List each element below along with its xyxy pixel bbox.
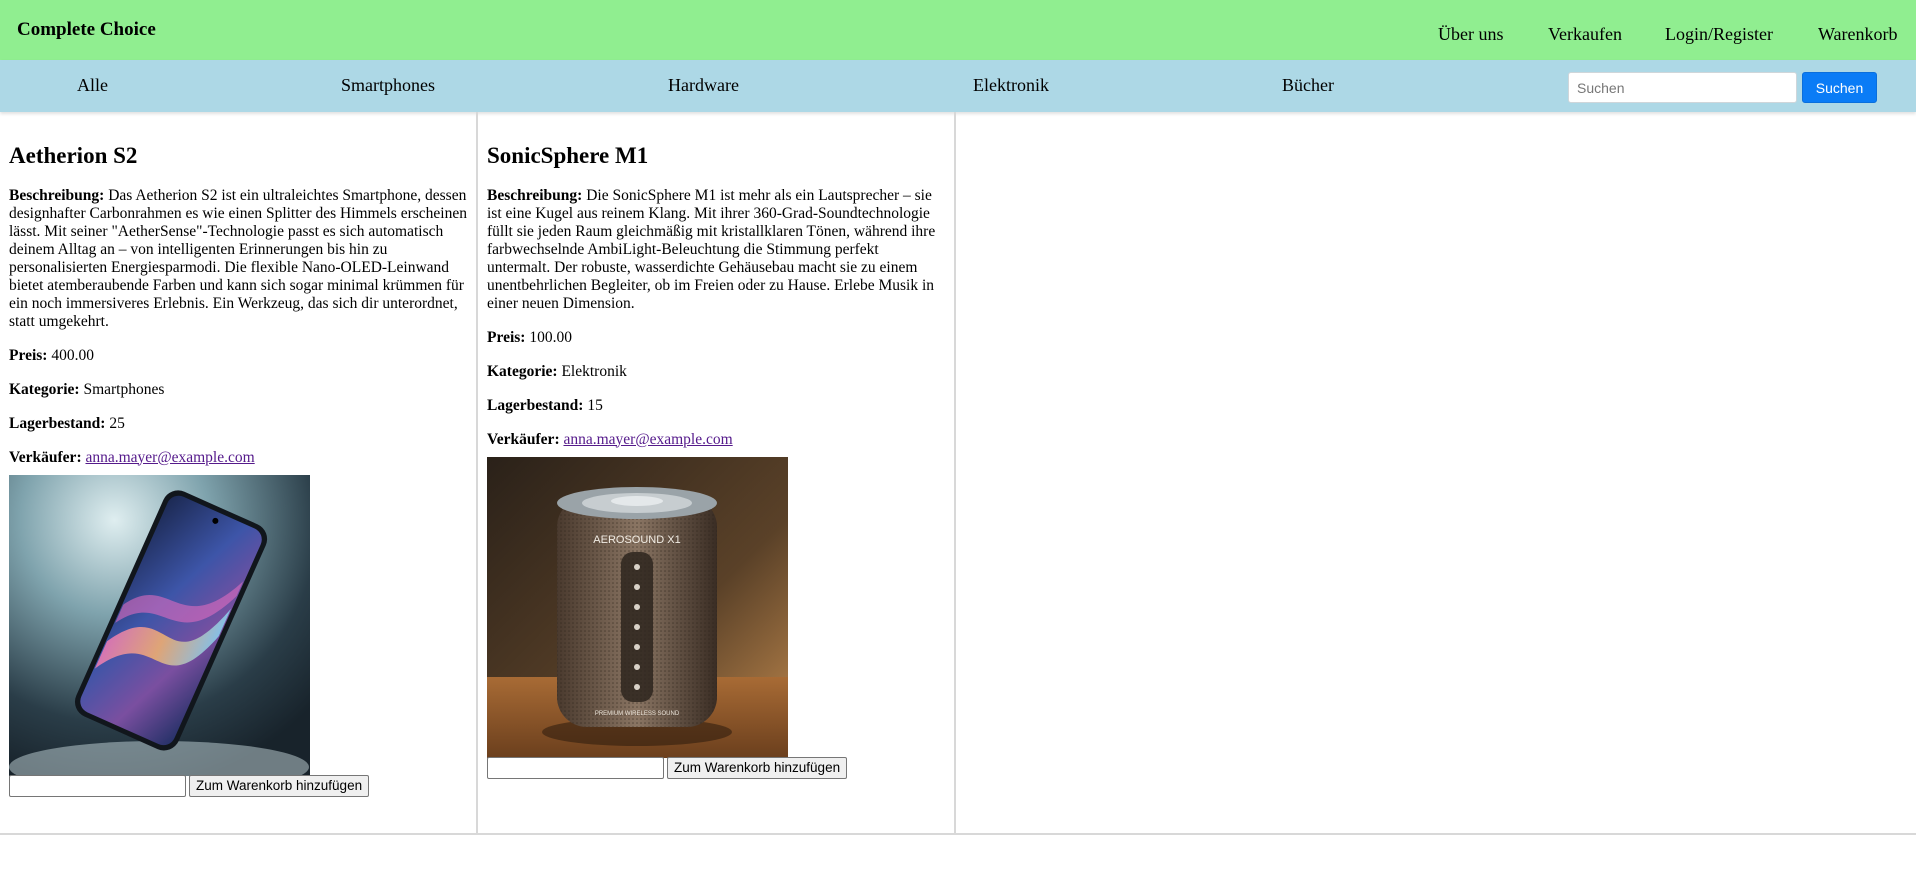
description-text: Das Aetherion S2 ist ein ultraleichtes S… — [9, 186, 467, 330]
add-to-cart-row: Zum Warenkorb hinzufügen — [487, 756, 945, 779]
quantity-input[interactable] — [9, 774, 186, 797]
price-label: Preis: — [487, 328, 526, 346]
price-value: 100.00 — [529, 328, 572, 346]
product-price: Preis: 100.00 — [487, 329, 945, 347]
category-label: Kategorie: — [487, 362, 558, 380]
category-bar: Alle Smartphones Hardware Elektronik Büc… — [0, 60, 1916, 112]
speaker-brand-text: AEROSOUND X1 — [593, 534, 680, 546]
stock-value: 25 — [109, 414, 125, 432]
product-category: Kategorie: Smartphones — [9, 381, 467, 399]
price-value: 400.00 — [51, 346, 94, 364]
product-title: Aetherion S2 — [9, 143, 138, 168]
add-to-cart-button[interactable]: Zum Warenkorb hinzufügen — [667, 756, 848, 779]
search-input[interactable] — [1568, 72, 1797, 103]
search-button[interactable]: Suchen — [1802, 72, 1877, 103]
nav-about-link[interactable]: Über uns — [1438, 24, 1504, 45]
description-label: Beschreibung: — [9, 186, 105, 204]
category-value: Smartphones — [83, 380, 165, 398]
nav-sell-link[interactable]: Verkaufen — [1548, 24, 1622, 45]
nav-cart-link[interactable]: Warenkorb — [1818, 24, 1898, 45]
quantity-input[interactable] — [487, 756, 664, 779]
product-seller: Verkäufer: anna.mayer@example.com — [9, 449, 467, 467]
product-category: Kategorie: Elektronik — [487, 363, 945, 381]
product-card: Aetherion S2 Beschreibung: Das Aetherion… — [0, 112, 478, 833]
smartphone-image — [9, 474, 310, 776]
product-title: SonicSphere M1 — [487, 143, 649, 168]
product-stock: Lagerbestand: 15 — [487, 397, 945, 415]
nav-login-register-link[interactable]: Login/Register — [1665, 24, 1773, 45]
speaker-image: AEROSOUND X1 PREMIUM WIRELESS SOUND — [487, 456, 788, 758]
description-text: Die SonicSphere M1 ist mehr als ein Laut… — [487, 186, 936, 312]
seller-email-link[interactable]: anna.mayer@example.com — [85, 449, 254, 466]
product-stock: Lagerbestand: 25 — [9, 415, 467, 433]
product-card: SonicSphere M1 Beschreibung: Die SonicSp… — [478, 112, 956, 833]
top-header: Complete Choice Über uns Verkaufen Login… — [0, 0, 1916, 60]
seller-label: Verkäufer: — [487, 430, 560, 448]
product-seller: Verkäufer: anna.mayer@example.com — [487, 431, 945, 449]
price-label: Preis: — [9, 346, 48, 364]
seller-email-link[interactable]: anna.mayer@example.com — [563, 431, 732, 448]
category-hardware-link[interactable]: Hardware — [668, 75, 739, 96]
product-price: Preis: 400.00 — [9, 347, 467, 365]
stock-value: 15 — [587, 396, 603, 414]
description-label: Beschreibung: — [487, 186, 583, 204]
top-nav: Über uns Verkaufen Login/Register Warenk… — [0, 24, 1916, 48]
stock-label: Lagerbestand: — [487, 396, 584, 414]
stock-label: Lagerbestand: — [9, 414, 106, 432]
category-smartphones-link[interactable]: Smartphones — [341, 75, 435, 96]
category-all-link[interactable]: Alle — [77, 75, 108, 96]
category-label: Kategorie: — [9, 380, 80, 398]
product-description: Beschreibung: Das Aetherion S2 ist ein u… — [9, 187, 467, 331]
category-electronics-link[interactable]: Elektronik — [973, 75, 1049, 96]
category-value: Elektronik — [561, 362, 627, 380]
product-description: Beschreibung: Die SonicSphere M1 ist meh… — [487, 187, 945, 313]
category-books-link[interactable]: Bücher — [1282, 75, 1334, 96]
seller-label: Verkäufer: — [9, 448, 82, 466]
product-grid: Aetherion S2 Beschreibung: Das Aetherion… — [0, 112, 1916, 835]
speaker-subtext: PREMIUM WIRELESS SOUND — [595, 711, 680, 717]
add-to-cart-row: Zum Warenkorb hinzufügen — [9, 774, 467, 797]
add-to-cart-button[interactable]: Zum Warenkorb hinzufügen — [189, 774, 370, 797]
